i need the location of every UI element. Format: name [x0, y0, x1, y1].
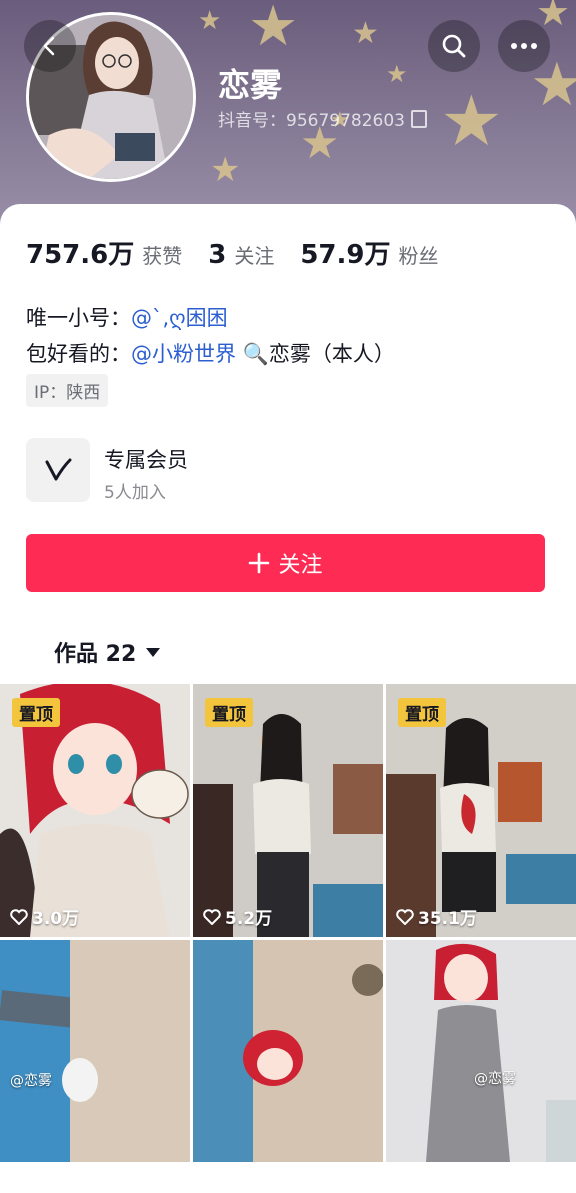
shop-account-link[interactable]: @小粉世界 [131, 342, 236, 366]
star-decoration: ★ [198, 6, 222, 36]
profile-header: ★ ★ ★ ★ ★ ★ ★ ★ ★ ★ 恋雾 抖音号：95679782603 [0, 0, 576, 230]
likes-count: 35.1万 [418, 909, 477, 929]
profile-name: 恋雾 [218, 66, 283, 104]
watermark: @恋雾 [474, 1071, 516, 1087]
followers-label: 粉丝 [398, 244, 439, 268]
video-thumbnail [193, 940, 383, 1162]
dropdown-icon [146, 647, 161, 657]
heart-icon [396, 908, 414, 925]
bio-line-1: 唯一小号：@`,ღ困困 [26, 302, 228, 332]
back-button[interactable] [24, 20, 76, 72]
likes-count[interactable]: 757.6万 [26, 234, 134, 271]
pinned-badge: 置顶 [398, 698, 446, 727]
video-thumbnail [0, 940, 190, 1162]
following-count[interactable]: 3 [208, 240, 226, 270]
pinned-badge: 置顶 [12, 698, 60, 727]
alt-account-link[interactable]: @`,ღ困困 [131, 306, 228, 330]
likes-count: 5.2万 [225, 909, 273, 929]
likes-count: 3.0万 [32, 909, 80, 929]
douyin-id[interactable]: 抖音号：95679782603 [218, 106, 427, 131]
stats-row: 757.6万 获赞 3 关注 57.9万 粉丝 [26, 234, 465, 271]
ip-location-badge: IP：陕西 [26, 374, 109, 407]
back-icon [43, 36, 55, 56]
watermark: @恋雾 [10, 1073, 52, 1089]
star-decoration: ★ [210, 150, 241, 190]
bio-prefix: 包好看的： [26, 342, 131, 366]
follow-button[interactable]: 关注 [26, 534, 545, 592]
video-thumbnail [386, 940, 576, 1162]
video-tile[interactable]: @恋雾 [0, 940, 190, 1193]
membership-icon[interactable] [26, 438, 90, 502]
video-likes: 3.0万 [10, 904, 79, 929]
more-icon [511, 43, 537, 49]
video-tile[interactable]: @恋雾 [386, 940, 576, 1193]
star-decoration: ★ [248, 0, 299, 59]
pinned-badge: 置顶 [205, 698, 253, 727]
followers-count[interactable]: 57.9万 [300, 234, 390, 271]
video-likes: 5.2万 [203, 904, 272, 929]
works-tab-label: 作品 22 [54, 642, 137, 667]
video-tile[interactable] [193, 940, 383, 1193]
douyin-id-text: 抖音号：95679782603 [218, 111, 405, 131]
video-tile[interactable]: 置顶 35.1万 [386, 684, 576, 937]
star-decoration: ★ [386, 60, 408, 88]
heart-icon [203, 908, 221, 925]
copy-icon[interactable] [410, 110, 427, 128]
vip-v-icon [45, 458, 72, 481]
video-tile[interactable]: 置顶 3.0万 [0, 684, 190, 937]
membership-title[interactable]: 专属会员 [104, 444, 188, 474]
more-button[interactable] [498, 20, 550, 72]
bio-prefix: 唯一小号： [26, 306, 131, 330]
star-decoration: ★ [440, 80, 503, 162]
profile-card: 757.6万 获赞 3 关注 57.9万 粉丝 唯一小号：@`,ღ困困 包好看的… [0, 204, 576, 1162]
search-icon [442, 34, 466, 58]
bio-suffix: 🔍恋雾（本人） [242, 342, 395, 366]
search-button[interactable] [428, 20, 480, 72]
video-tile[interactable]: 置顶 5.2万 [193, 684, 383, 937]
star-decoration: ★ [352, 16, 379, 51]
follow-label: 关注 [278, 553, 323, 578]
plus-icon [249, 552, 270, 574]
following-label: 关注 [234, 244, 275, 268]
heart-icon [10, 908, 28, 925]
membership-subtitle: 5人加入 [104, 483, 166, 503]
likes-label: 获赞 [142, 244, 183, 268]
video-likes: 35.1万 [396, 904, 477, 929]
tab-works[interactable]: 作品 22 [54, 636, 161, 668]
bio-line-2: 包好看的：@小粉世界 🔍恋雾（本人） [26, 338, 395, 368]
